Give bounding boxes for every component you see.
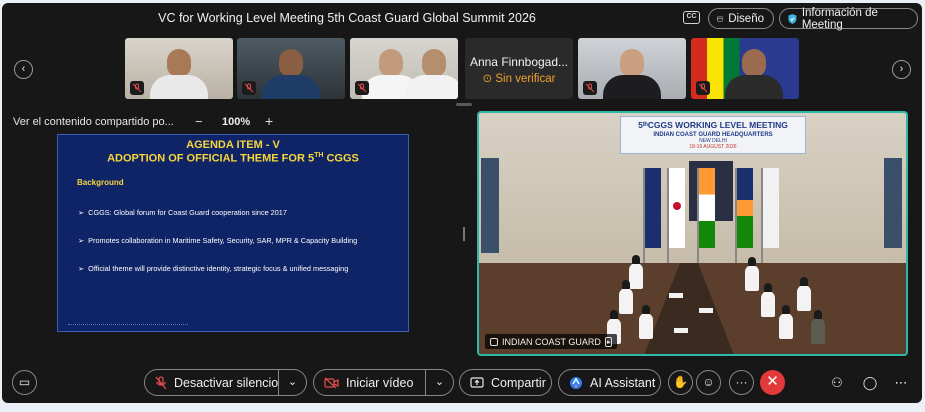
participant-tile-3[interactable] — [350, 38, 458, 99]
shared-content-label: Ver el contenido compartido po... — [13, 116, 174, 128]
more-menu-icon[interactable]: ⋯ — [892, 375, 910, 391]
unmute-button[interactable]: Desactivar silencio ⌄ — [144, 369, 307, 396]
share-button[interactable]: Compartir — [459, 369, 552, 396]
window-decor — [884, 158, 902, 248]
slide-title-line-1: AGENDA ITEM - V — [186, 139, 280, 151]
design-label: Diseño — [728, 12, 764, 25]
ai-assistant-button[interactable]: AI Assistant — [558, 369, 661, 396]
strip-next-arrow-icon[interactable]: › — [892, 60, 911, 79]
muted-mic-icon — [155, 375, 167, 389]
camera-status-icon — [490, 337, 498, 346]
share-label: Compartir — [491, 375, 546, 390]
participant-tile-anna[interactable]: Anna Finnbogad... ⊙ Sin verificar — [465, 38, 573, 99]
slide-background-heading: Background — [77, 178, 124, 187]
captions-toggle-icon[interactable]: ▭ — [12, 370, 37, 395]
picture-in-picture-icon[interactable]: ▸ — [604, 336, 613, 347]
meeting-info-button[interactable]: Información de Meeting — [779, 6, 918, 31]
zoom-level: 100% — [222, 116, 251, 128]
strip-resize-handle[interactable] — [456, 103, 472, 106]
zoom-in-button[interactable]: + — [265, 113, 273, 129]
ai-assistant-label: AI Assistant — [590, 375, 656, 390]
share-screen-icon — [470, 376, 484, 388]
unmute-label: Desactivar silencio — [174, 375, 279, 390]
shield-icon — [788, 13, 797, 24]
ai-assistant-icon — [570, 376, 582, 389]
design-button[interactable]: Diseño — [708, 8, 774, 29]
event-banner: 5ᵗʰCGGS WORKING LEVEL MEETING INDIAN COA… — [620, 116, 806, 154]
participant-tile-2[interactable] — [237, 38, 345, 99]
slide-footer — [68, 324, 188, 326]
layout-icon — [717, 16, 724, 21]
muted-mic-icon — [130, 81, 144, 95]
end-call-button[interactable]: ✕ — [760, 370, 785, 395]
strip-prev-arrow-icon[interactable]: ‹ — [14, 60, 33, 79]
muted-mic-icon — [583, 81, 597, 95]
start-video-button[interactable]: Iniciar vídeo ⌄ — [313, 369, 454, 396]
muted-mic-icon — [242, 81, 256, 95]
meeting-info-label: Información de Meeting — [801, 6, 878, 31]
closed-captions-icon[interactable]: CC — [683, 11, 700, 24]
chevron-down-icon[interactable]: ⌄ — [425, 370, 453, 395]
window-decor — [481, 158, 499, 253]
active-video-tile[interactable]: 5ᵗʰCGGS WORKING LEVEL MEETING INDIAN COA… — [477, 111, 908, 356]
more-options-button[interactable]: ··· — [729, 370, 754, 395]
slide-bullet: ➢ CGGS: Global forum for Coast Guard coo… — [78, 208, 287, 217]
chevron-down-icon[interactable]: ⌄ — [278, 370, 306, 395]
raise-hand-icon[interactable]: ✋ — [668, 370, 693, 395]
unverified-status: ⊙ Sin verificar — [482, 73, 556, 85]
participant-tile-5[interactable] — [578, 38, 686, 99]
slide-bullet: ➢ Promotes collaboration in Maritime Saf… — [78, 236, 358, 245]
participants-icon[interactable]: ⚇ — [828, 375, 846, 391]
slide-title-line-2: ADOPTION OF OFFICIAL THEME FOR 5TH CGGS — [107, 152, 359, 165]
panel-splitter[interactable] — [463, 227, 465, 241]
participant-name: Anna Finnbogad... — [469, 55, 569, 69]
meeting-title: VC for Working Level Meeting 5th Coast G… — [158, 11, 536, 25]
video-off-icon — [324, 377, 339, 388]
participant-tile-1[interactable] — [125, 38, 233, 99]
reactions-icon[interactable]: ☺ — [696, 370, 721, 395]
meeting-window: VC for Working Level Meeting 5th Coast G… — [2, 3, 922, 403]
start-video-label: Iniciar vídeo — [346, 375, 414, 390]
muted-mic-icon — [696, 81, 710, 95]
video-name-label: INDIAN COAST GUARD ▸ — [485, 334, 618, 349]
participant-tile-6[interactable] — [691, 38, 799, 99]
slide-bullet: ➢ Official theme will provide distinctiv… — [78, 264, 349, 273]
muted-mic-icon — [355, 81, 369, 95]
zoom-out-button[interactable]: − — [195, 114, 203, 129]
shared-slide: AGENDA ITEM - V ADOPTION OF OFFICIAL THE… — [57, 134, 409, 332]
chat-icon[interactable]: ◯ — [861, 375, 879, 391]
